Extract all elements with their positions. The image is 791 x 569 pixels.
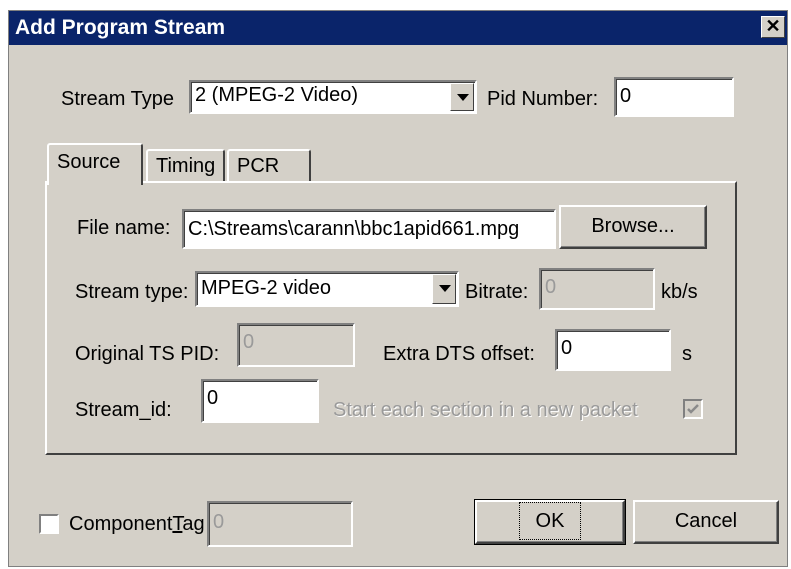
file-name-input[interactable]: C:\Streams\carann\bbc1apid661.mpg bbox=[182, 209, 556, 249]
stream-id-input[interactable]: 0 bbox=[201, 379, 319, 423]
stream-id-label: Stream_id: bbox=[75, 399, 172, 421]
component-tag-input[interactable]: 0 bbox=[207, 501, 353, 547]
bitrate-label: Bitrate: bbox=[465, 281, 529, 303]
file-name-label: File name: bbox=[77, 217, 171, 239]
checkmark-icon bbox=[687, 404, 699, 414]
pid-number-input[interactable]: 0 bbox=[614, 77, 734, 117]
original-ts-pid-label: Original TS PID: bbox=[75, 343, 220, 365]
tab-pcr[interactable]: PCR bbox=[227, 149, 311, 182]
component-tag-label-suffix: ag bbox=[182, 513, 205, 535]
extra-dts-offset-unit: s bbox=[682, 343, 692, 365]
component-tag-checkbox[interactable] bbox=[39, 514, 59, 534]
tab-source[interactable]: Source bbox=[47, 143, 143, 185]
new-packet-checkbox[interactable] bbox=[683, 399, 703, 419]
chevron-down-icon[interactable] bbox=[432, 274, 456, 304]
stream-type-select[interactable]: 2 (MPEG-2 Video) bbox=[189, 80, 477, 114]
browse-button[interactable]: Browse... bbox=[559, 205, 707, 249]
close-icon[interactable]: ✕ bbox=[761, 16, 785, 38]
source-stream-type-value: MPEG-2 video bbox=[201, 277, 332, 299]
bitrate-unit: kb/s bbox=[661, 281, 698, 303]
bitrate-input[interactable]: 0 bbox=[539, 268, 655, 310]
add-program-stream-dialog: Add Program Stream ✕ Stream Type 2 (MPEG… bbox=[8, 10, 788, 567]
chevron-down-icon[interactable] bbox=[450, 83, 474, 111]
source-stream-type-select[interactable]: MPEG-2 video bbox=[195, 271, 459, 307]
component-tag-label-prefix: Component bbox=[69, 513, 173, 535]
title-bar: Add Program Stream ✕ bbox=[9, 11, 787, 45]
source-stream-type-label: Stream type: bbox=[75, 281, 189, 303]
new-packet-label: Start each section in a new packet bbox=[333, 399, 638, 421]
original-ts-pid-input[interactable]: 0 bbox=[237, 323, 355, 367]
ok-button[interactable]: OK bbox=[474, 499, 626, 545]
component-tag-label-accel: T bbox=[172, 513, 183, 535]
ok-button-label: OK bbox=[518, 502, 582, 540]
stream-type-value: 2 (MPEG-2 Video) bbox=[195, 84, 359, 106]
tab-source-label: Source bbox=[57, 151, 121, 173]
tab-pcr-label: PCR bbox=[237, 155, 280, 177]
tab-timing-label: Timing bbox=[156, 155, 216, 177]
cancel-button[interactable]: Cancel bbox=[633, 500, 779, 544]
pid-number-label: Pid Number: bbox=[487, 88, 599, 110]
component-tag-label: ComponentTag bbox=[69, 513, 205, 536]
extra-dts-offset-input[interactable]: 0 bbox=[555, 329, 671, 371]
stream-type-label: Stream Type bbox=[61, 88, 175, 110]
extra-dts-offset-label: Extra DTS offset: bbox=[383, 343, 535, 365]
tab-timing[interactable]: Timing bbox=[146, 149, 225, 182]
window-title: Add Program Stream bbox=[15, 16, 226, 39]
